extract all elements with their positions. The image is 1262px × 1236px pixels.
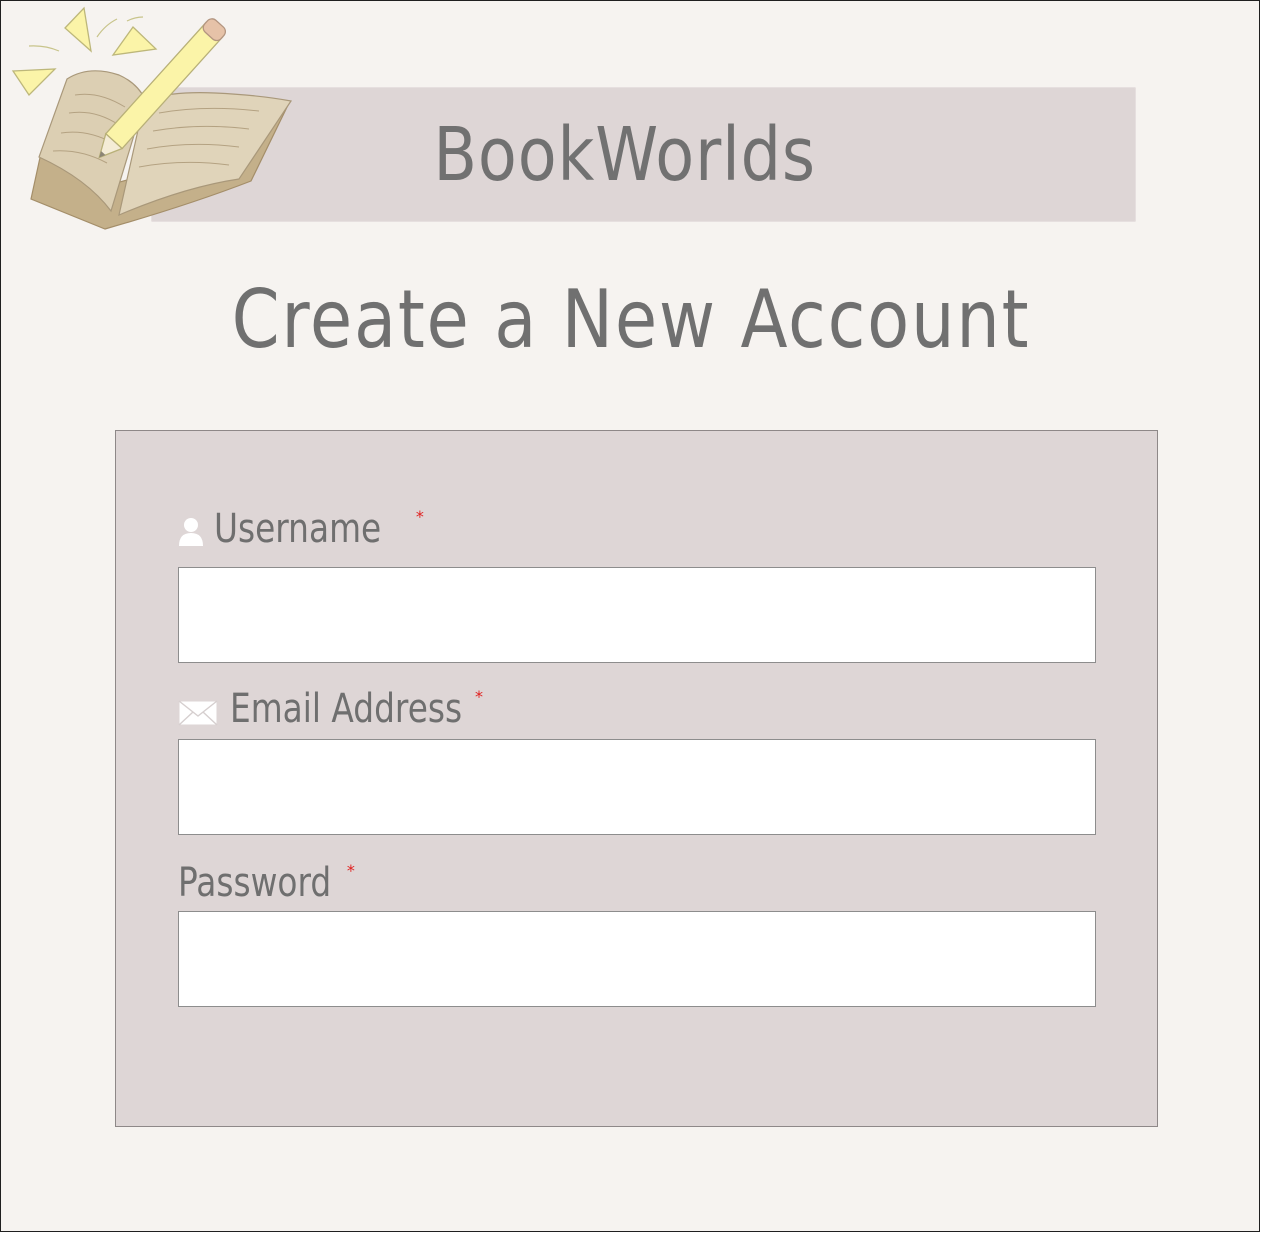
required-marker: * <box>415 507 424 526</box>
user-icon <box>179 518 203 546</box>
required-marker: * <box>346 861 355 880</box>
open-book-pencil-icon <box>11 6 293 230</box>
username-input[interactable] <box>178 567 1096 663</box>
password-input[interactable] <box>178 911 1096 1007</box>
page-title: Create a New Account <box>231 273 1031 366</box>
email-input[interactable] <box>178 739 1096 835</box>
username-label: Username * <box>178 509 424 549</box>
username-label-text: Username <box>214 506 382 552</box>
password-label-text: Password <box>178 860 332 906</box>
required-marker: * <box>475 687 483 706</box>
brand-name: BookWorlds <box>433 111 816 198</box>
email-label-text: Email Address <box>230 686 463 732</box>
email-label: Email Address * <box>178 689 483 729</box>
envelope-icon <box>178 700 218 726</box>
signup-form: Username * Email Address * Password * <box>115 430 1158 1127</box>
signup-page: BookWorlds Create a New Account Username… <box>0 0 1260 1232</box>
password-label: Password * <box>178 860 355 906</box>
